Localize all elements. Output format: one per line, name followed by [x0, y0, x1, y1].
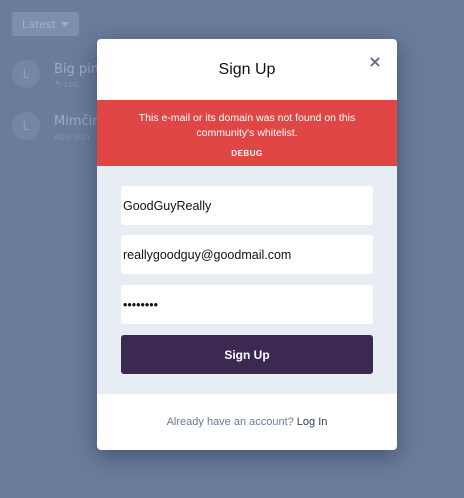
signup-button[interactable]: Sign Up — [121, 335, 373, 374]
login-prompt: Already have an account? — [166, 416, 294, 428]
discussion-list-item: L Mimčin apu sun — [12, 112, 101, 142]
avatar: L — [12, 60, 40, 88]
alert-message: This e-mail or its domain was not found … — [138, 112, 356, 139]
discussion-title: Mimčin — [54, 114, 101, 129]
discussion-list-item: L Big pim ↰ Loc — [12, 60, 103, 90]
error-alert: This e-mail or its domain was not found … — [97, 100, 397, 166]
modal-footer: Already have an account? Log In — [97, 394, 397, 450]
avatar: L — [12, 112, 40, 140]
modal-title: Sign Up — [218, 61, 276, 78]
login-link[interactable]: Log In — [297, 416, 328, 428]
sort-label: Latest — [22, 17, 56, 31]
modal-header: Sign Up × — [97, 39, 397, 100]
caret-down-icon — [61, 21, 69, 27]
signup-form: Sign Up — [97, 166, 397, 394]
sort-dropdown: Latest — [12, 12, 79, 36]
close-icon[interactable]: × — [367, 52, 383, 71]
debug-button[interactable]: DEBUG — [231, 149, 262, 158]
discussion-meta: apu sun — [54, 132, 90, 142]
password-input[interactable] — [121, 285, 373, 324]
username-input[interactable] — [121, 186, 373, 225]
email-input[interactable] — [121, 235, 373, 274]
signup-modal: Sign Up × This e-mail or its domain was … — [97, 39, 397, 450]
